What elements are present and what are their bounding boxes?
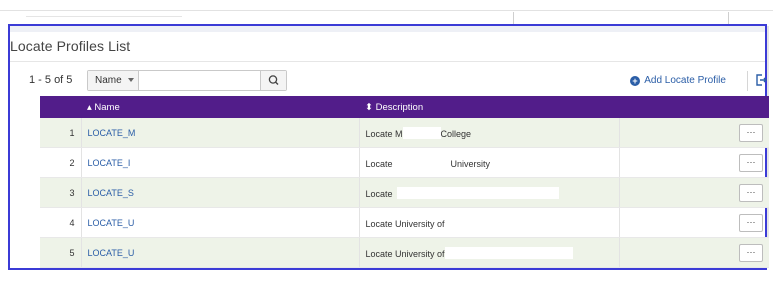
divider [728,12,729,24]
profile-name-link[interactable]: LOCATE_U [88,218,135,228]
profile-name-link[interactable]: LOCATE_S [88,188,134,198]
row-index: 4 [40,207,82,238]
export-icon[interactable] [755,74,767,86]
description-text: Locate M [365,128,403,139]
redaction [444,216,505,229]
profile-name-link[interactable]: LOCATE_U [88,248,135,258]
description-text: University [450,158,491,169]
redaction [402,126,441,139]
profile-name-cell: LOCATE_I [81,147,360,178]
panel-top-band [10,26,765,32]
divider [26,16,182,17]
divider [513,12,514,24]
plus-circle-icon: + [630,76,640,86]
more-actions-button[interactable]: ··· [739,153,763,172]
search-icon [268,75,279,85]
column-header-name[interactable]: ▴ Name [81,96,359,118]
add-locate-profile-label: Add Locate Profile [644,75,726,86]
description-cell: Locate M College [359,118,620,148]
divider [747,71,748,91]
actions-cell: ··· [619,237,769,268]
column-header-actions [619,96,769,118]
redaction [444,246,573,259]
redaction [392,156,451,169]
redaction [396,186,559,199]
description-cell: Locate [359,177,620,208]
profile-name-cell: LOCATE_M [81,118,360,148]
more-actions-button[interactable]: ··· [739,183,763,202]
search-button[interactable] [260,71,286,90]
search-field-label: Name [95,75,122,86]
table-header: ▴ Name ⬍ Description [40,96,769,118]
page-title: Locate Profiles List [10,38,131,54]
column-header-description[interactable]: ⬍ Description [359,96,619,118]
search-field-select[interactable]: Name [88,71,139,90]
description-text: Locate University of [365,218,445,229]
more-actions-button[interactable]: ··· [739,123,763,142]
divider [10,61,765,62]
locate-profiles-panel: Locate Profiles List 1 - 5 of 5 Name + A… [8,24,769,270]
table-row: 2 LOCATE_I Locate University ··· [40,147,769,178]
profiles-table: ▴ Name ⬍ Description 1 LOCATE_M Locate M… [40,96,769,268]
profile-name-cell: LOCATE_U [81,207,360,238]
divider [0,10,773,11]
table-row: 4 LOCATE_U Locate University of ··· [40,207,769,238]
description-text: Locate University of [365,248,445,259]
actions-cell: ··· [619,207,769,238]
description-cell: Locate University of [359,237,620,268]
actions-cell: ··· [619,118,769,148]
profile-name-link[interactable]: LOCATE_M [88,128,136,138]
description-cell: Locate University of [359,207,620,238]
row-index: 3 [40,177,82,208]
actions-cell: ··· [619,177,769,208]
description-cell: Locate University [359,147,620,178]
more-actions-button[interactable]: ··· [739,213,763,232]
row-index: 1 [40,118,82,148]
table-row: 3 LOCATE_S Locate ··· [40,177,769,208]
table-row: 5 LOCATE_U Locate University of ··· [40,237,769,268]
search-bar: Name [87,70,287,91]
results-count: 1 - 5 of 5 [29,74,73,86]
profile-name-cell: LOCATE_S [81,177,360,208]
background-page [0,0,773,24]
column-header-index [40,96,81,118]
actions-cell: ··· [619,147,769,178]
description-text: College [440,128,472,139]
profile-name-link[interactable]: LOCATE_I [88,158,131,168]
description-text: Locate [365,188,393,199]
more-actions-button[interactable]: ··· [739,243,763,262]
add-locate-profile-link[interactable]: + Add Locate Profile [630,75,726,86]
table-row: 1 LOCATE_M Locate M College ··· [40,118,769,148]
row-index: 5 [40,237,82,268]
search-input[interactable] [140,71,260,90]
row-index: 2 [40,147,82,178]
description-text: Locate [365,158,393,169]
profile-name-cell: LOCATE_U [81,237,360,268]
chevron-down-icon [128,78,134,82]
